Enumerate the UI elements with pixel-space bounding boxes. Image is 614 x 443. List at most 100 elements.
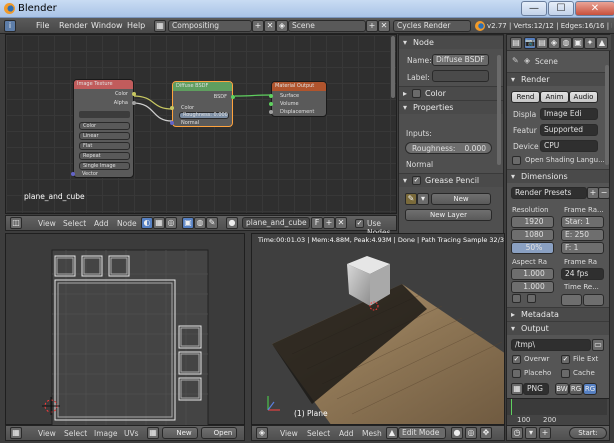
render-image-button[interactable]: Rend	[511, 91, 540, 103]
editor-type-icon[interactable]: ◈	[256, 427, 268, 439]
socket-alpha-out[interactable]	[132, 101, 136, 105]
menu-select[interactable]: Select	[64, 429, 87, 438]
socket-vector-in[interactable]	[71, 172, 75, 176]
file-ext-checkbox[interactable]: ✓	[561, 355, 570, 364]
overwrite-checkbox[interactable]: ✓	[512, 355, 521, 364]
data-tab-icon[interactable]: ▲	[596, 37, 608, 49]
menu-help[interactable]: Help	[127, 21, 145, 30]
node-label-field[interactable]	[432, 70, 489, 82]
frame-end-field[interactable]: E: 250	[561, 229, 604, 241]
folder-icon[interactable]: ▭	[592, 339, 604, 351]
feature-set-select[interactable]: Supported	[540, 124, 598, 136]
scene-field[interactable]: Scene	[288, 20, 366, 32]
resolution-pct-field[interactable]: 50%	[511, 242, 554, 254]
pin-icon[interactable]: ✎	[512, 56, 519, 65]
metadata-header[interactable]: Metadata	[507, 307, 609, 321]
editor-type-icon[interactable]: ▦	[10, 427, 22, 439]
output-header[interactable]: Output	[507, 321, 609, 335]
socket-disp-in[interactable]	[269, 110, 273, 114]
aspect-x-field[interactable]: 1.000	[511, 268, 554, 280]
image-buttons[interactable]	[79, 111, 130, 118]
menu-view[interactable]: View	[38, 429, 56, 438]
right-scrollbar[interactable]	[605, 65, 609, 165]
node-panel-header[interactable]: Node	[399, 35, 503, 49]
open-image-button[interactable]: Open	[201, 427, 237, 439]
scene-icon[interactable]: ◈	[276, 20, 288, 32]
material-output-node[interactable]: Material Output Surface Volume Displacem…	[269, 81, 327, 117]
collapse-menus-icon[interactable]: +	[539, 427, 551, 439]
socket-volume-in[interactable]	[269, 102, 273, 106]
new-layer-button[interactable]: New Layer	[405, 209, 492, 221]
material-name-field[interactable]: plane_and_cube	[242, 217, 310, 229]
editor-type-icon[interactable]: ◷	[511, 427, 523, 439]
osl-checkbox[interactable]	[512, 156, 521, 165]
shader-nodes-icon[interactable]: ◐	[141, 217, 153, 229]
param-repeat[interactable]: Repeat	[79, 152, 130, 160]
image-browse-icon[interactable]: ▦	[147, 427, 159, 439]
node-editor-scrollbar[interactable]	[391, 36, 395, 98]
scene-tab-icon[interactable]: ◈	[548, 37, 560, 49]
color-rgba-button[interactable]: RG	[583, 383, 597, 395]
file-format-select[interactable]: PNG	[523, 383, 549, 395]
render-audio-button[interactable]: Audio	[569, 91, 598, 103]
material-browse-icon[interactable]: ●	[226, 217, 238, 229]
world-tab-icon[interactable]: ◍	[560, 37, 572, 49]
texture-nodes-icon[interactable]: ▦	[153, 217, 165, 229]
remove-preset-button[interactable]: −	[598, 187, 610, 199]
render-presets-select[interactable]: Render Presets	[511, 187, 587, 199]
menu-node[interactable]: Node	[117, 219, 137, 228]
image-texture-node[interactable]: Image Texture Color Alpha Color Linear F…	[71, 79, 136, 178]
timeline-area[interactable]: 100 200	[507, 398, 609, 426]
menu-mesh[interactable]: Mesh	[362, 429, 382, 438]
time-old-field[interactable]	[561, 294, 582, 306]
socket-normal-in[interactable]	[170, 121, 174, 125]
menu-view[interactable]: View	[38, 219, 56, 228]
menu-add[interactable]: Add	[94, 219, 109, 228]
frame-start-field[interactable]: Star: 1	[561, 216, 604, 228]
node-name-field[interactable]: Diffuse BSDF	[432, 54, 489, 66]
device-select[interactable]: CPU	[540, 140, 598, 152]
menu-select[interactable]: Select	[63, 219, 86, 228]
param-color[interactable]: Color	[79, 122, 130, 130]
dimensions-header[interactable]: Dimensions	[507, 169, 609, 183]
minimize-button[interactable]: —	[521, 1, 547, 16]
screen-layout-icon[interactable]: ▦	[154, 20, 166, 32]
render-header[interactable]: Render	[507, 72, 609, 86]
color-rgb-button[interactable]: RG	[569, 383, 583, 395]
display-select[interactable]: Image Edi	[540, 108, 598, 120]
param-flat[interactable]: Flat	[79, 142, 130, 150]
new-image-button[interactable]: New	[162, 427, 198, 439]
socket-surface-in[interactable]	[269, 94, 273, 98]
manipulator-icon[interactable]: ✥	[480, 427, 492, 439]
cache-checkbox[interactable]	[561, 369, 570, 378]
time-new-field[interactable]	[583, 294, 604, 306]
editor-type-icon[interactable]: ◫	[10, 217, 22, 229]
render-tab-icon[interactable]: 📷	[524, 37, 536, 49]
editor-type-icon[interactable]: ▤	[510, 37, 522, 49]
layers-tab-icon[interactable]: ▤	[536, 37, 548, 49]
placeholders-checkbox[interactable]	[512, 369, 521, 378]
menu-image[interactable]: Image	[94, 429, 118, 438]
image-format-icon[interactable]: ▦	[511, 383, 523, 395]
maximize-button[interactable]: ☐	[548, 1, 574, 16]
crop-checkbox[interactable]	[527, 294, 536, 303]
object-tab-icon[interactable]: ▣	[572, 37, 584, 49]
render-animation-button[interactable]: Anim	[540, 91, 569, 103]
aspect-y-field[interactable]: 1.000	[511, 281, 554, 293]
frame-step-field[interactable]: F: 1	[561, 242, 604, 254]
param-linear[interactable]: Linear	[79, 132, 130, 140]
close-window-button[interactable]: ✕	[575, 1, 614, 16]
render-engine-select[interactable]: Cycles Render	[393, 20, 471, 32]
pencil-icon[interactable]: ✎	[405, 193, 417, 205]
fps-select[interactable]: 24 fps	[561, 268, 604, 280]
socket-color-out[interactable]	[132, 92, 136, 96]
menu-uvs[interactable]: UVs	[124, 429, 139, 438]
menu-window[interactable]: Window	[91, 21, 123, 30]
interaction-mode-select[interactable]: Edit Mode	[398, 427, 446, 439]
start-frame-field[interactable]: Start:	[569, 427, 607, 439]
menu-view[interactable]: View	[280, 429, 298, 438]
world-shader-icon[interactable]: ◍	[194, 217, 206, 229]
linestyle-icon[interactable]: ✎	[206, 217, 218, 229]
new-material-button[interactable]: +	[323, 217, 335, 229]
dropdown-icon[interactable]: ▾	[525, 427, 537, 439]
